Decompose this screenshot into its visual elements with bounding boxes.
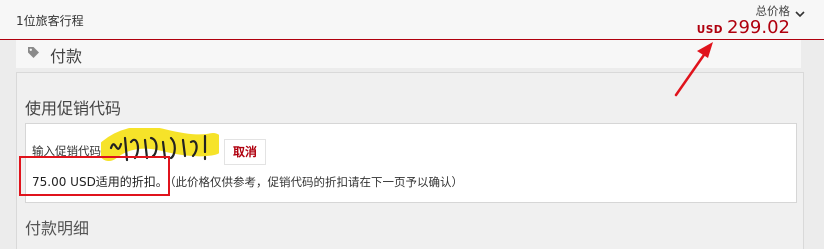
promo-section-title: 使用促销代码: [25, 99, 122, 118]
payment-title: 付款: [50, 47, 83, 66]
chevron-down-icon[interactable]: [795, 9, 805, 19]
total-price: USD 299.02: [697, 17, 790, 38]
trip-summary-bar: 1位旅客行程 总价格 USD 299.02: [0, 0, 824, 40]
cancel-promo-button[interactable]: 取消: [224, 139, 267, 165]
payment-header: 付款: [16, 40, 801, 68]
tag-icon: [28, 47, 39, 58]
trip-label: 1位旅客行程: [16, 14, 84, 28]
promo-note-text: （此价格仅供参考，促销代码的折扣请在下一页予以确认）: [169, 175, 464, 189]
total-price-currency: USD: [696, 24, 724, 36]
annotation-highlight-box: [19, 156, 170, 196]
payment-details-title: 付款明细: [25, 219, 90, 238]
total-price-amount: 299.02: [727, 17, 790, 38]
